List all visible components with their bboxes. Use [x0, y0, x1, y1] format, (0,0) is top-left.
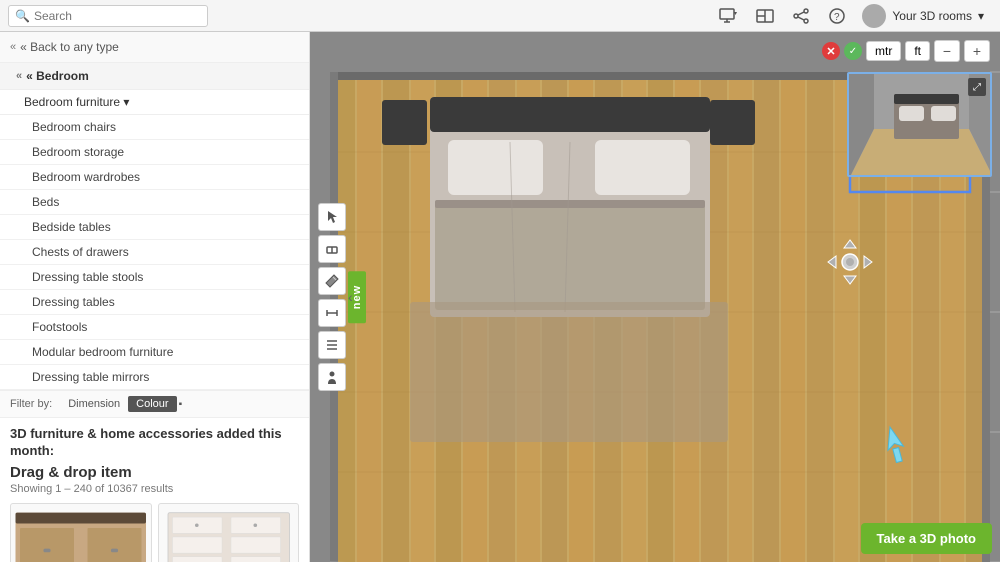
- plus-label: +: [973, 43, 981, 59]
- unit-mtr-display: mtr: [866, 41, 901, 61]
- user-avatar: [862, 4, 886, 28]
- side-tools: [318, 203, 346, 391]
- back-arrow-icon: «: [10, 41, 16, 53]
- expand-3d-btn[interactable]: ⤢: [968, 78, 986, 96]
- svg-text:?: ?: [834, 12, 840, 23]
- room-area: new ‹ ✕ ✓ mtr ft −: [310, 32, 1000, 562]
- search-box[interactable]: 🔍: [8, 5, 208, 27]
- room-toolbar: ✕ ✓ mtr ft − +: [320, 40, 990, 62]
- tool-btn-wall[interactable]: [318, 235, 346, 263]
- nav-item-chests[interactable]: Chests of drawers: [0, 240, 309, 265]
- sidebar-content: 3D furniture & home accessories added th…: [0, 418, 309, 562]
- floorplan-icon[interactable]: [754, 5, 776, 27]
- unit-mtr-label: mtr: [875, 44, 892, 58]
- filter-row: Filter by: Dimension Colour ▪: [0, 390, 309, 418]
- filter-label: Filter by:: [10, 398, 52, 410]
- nav-item-bedside-tables[interactable]: Bedside tables: [0, 215, 309, 240]
- nav-item-chairs[interactable]: Bedroom chairs: [0, 115, 309, 140]
- filter-tab-dimension[interactable]: Dimension: [60, 396, 128, 412]
- unit-ft-display[interactable]: ft: [905, 41, 930, 61]
- filter-colour-indicator: ▪: [179, 399, 183, 410]
- scroll-left-btn[interactable]: ‹: [348, 289, 353, 305]
- toolbar-icons: ▾ ?: [718, 4, 984, 28]
- tool-btn-paint[interactable]: [318, 267, 346, 295]
- nav-item-dressing-mirrors[interactable]: Dressing table mirrors: [0, 365, 309, 390]
- top-toolbar: 🔍 ▾: [0, 0, 1000, 32]
- monitor-icon[interactable]: ▾: [718, 5, 740, 27]
- subcategory-label: Bedroom furniture ▾: [24, 95, 129, 109]
- nav-item-modular[interactable]: Modular bedroom furniture: [0, 340, 309, 365]
- tool-btn-person[interactable]: [318, 363, 346, 391]
- furniture-item-2[interactable]: [158, 503, 300, 562]
- share-icon[interactable]: [790, 5, 812, 27]
- category-arrow-icon: «: [16, 70, 22, 82]
- minus-label: −: [943, 43, 951, 59]
- zoom-plus-btn[interactable]: +: [964, 40, 990, 62]
- drag-drop-label: Drag & drop item: [10, 464, 299, 481]
- svg-text:▾: ▾: [734, 11, 737, 17]
- nav-item-wardrobes[interactable]: Bedroom wardrobes: [0, 165, 309, 190]
- help-icon[interactable]: ?: [826, 5, 848, 27]
- preview-3d-thumbnail[interactable]: ⤢: [847, 72, 992, 177]
- user-menu[interactable]: Your 3D rooms ▾: [862, 4, 984, 28]
- nav-item-footstools[interactable]: Footstools: [0, 315, 309, 340]
- back-to-type-link[interactable]: « « Back to any type: [0, 32, 309, 63]
- furniture-item-1[interactable]: [10, 503, 152, 562]
- close-red-btn[interactable]: ✕: [822, 42, 840, 60]
- main-content: « « Back to any type « « Bedroom Bedroom…: [0, 32, 1000, 562]
- room-toolbar-controls: ✕ ✓ mtr ft − +: [822, 40, 990, 62]
- sidebar-nav: « « Back to any type « « Bedroom Bedroom…: [0, 32, 309, 418]
- tool-btn-measure[interactable]: [318, 299, 346, 327]
- back-label: « Back to any type: [20, 40, 119, 54]
- user-dropdown-icon: ▾: [978, 9, 984, 23]
- unit-ft-label: ft: [914, 44, 921, 58]
- filter-tab-colour[interactable]: Colour: [128, 396, 176, 412]
- room-canvas[interactable]: new ‹ ✕ ✓ mtr ft −: [310, 32, 1000, 562]
- user-label: Your 3D rooms: [892, 9, 972, 23]
- search-input[interactable]: [34, 9, 201, 23]
- search-icon: 🔍: [15, 9, 30, 23]
- take-3d-photo-btn[interactable]: Take a 3D photo: [861, 523, 992, 554]
- results-count: Showing 1 – 240 of 10367 results: [10, 483, 299, 495]
- subcategory-furniture-header[interactable]: Bedroom furniture ▾: [0, 90, 309, 115]
- nav-item-dressing-stools[interactable]: Dressing table stools: [0, 265, 309, 290]
- tool-btn-list[interactable]: [318, 331, 346, 359]
- confirm-green-btn[interactable]: ✓: [844, 42, 862, 60]
- sidebar-section-title: 3D furniture & home accessories added th…: [10, 426, 299, 460]
- category-bedroom-header[interactable]: « « Bedroom: [0, 63, 309, 90]
- nav-item-storage[interactable]: Bedroom storage: [0, 140, 309, 165]
- sidebar: « « Back to any type « « Bedroom Bedroom…: [0, 32, 310, 562]
- furniture-grid: [10, 503, 299, 562]
- nav-item-dressing-tables[interactable]: Dressing tables: [0, 290, 309, 315]
- tool-btn-cursor[interactable]: [318, 203, 346, 231]
- category-label: « Bedroom: [26, 69, 89, 83]
- zoom-minus-btn[interactable]: −: [934, 40, 960, 62]
- nav-item-beds[interactable]: Beds: [0, 190, 309, 215]
